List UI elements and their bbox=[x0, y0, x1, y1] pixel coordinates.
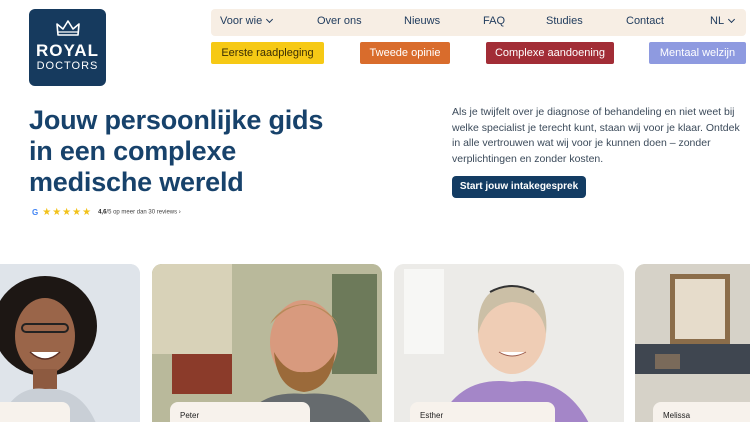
nav-over-ons[interactable]: Over ons bbox=[317, 15, 362, 27]
category-complexe-aandoening[interactable]: Complexe aandoening bbox=[486, 42, 614, 64]
person-photo bbox=[635, 264, 750, 422]
doctor-card[interactable] bbox=[0, 264, 140, 422]
doctor-card-peter[interactable]: Peter bbox=[152, 264, 382, 422]
hero-title: Jouw persoonlijke gids in een complexe m… bbox=[29, 105, 389, 198]
top-navigation: Voor wie Over ons Nieuws FAQ Studies Con… bbox=[211, 9, 746, 36]
person-photo bbox=[152, 264, 382, 422]
doctor-card-esther[interactable]: Esther bbox=[394, 264, 624, 422]
nav-nieuws[interactable]: Nieuws bbox=[404, 15, 440, 27]
nav-voor-wie-label: Voor wie bbox=[220, 15, 263, 27]
language-label: NL bbox=[710, 15, 725, 27]
category-mentaal-welzijn[interactable]: Mentaal welzijn bbox=[649, 42, 746, 64]
hero-title-line: Jouw persoonlijke gids bbox=[29, 105, 324, 135]
crown-icon bbox=[56, 20, 80, 36]
nav-voor-wie[interactable]: Voor wie bbox=[220, 15, 274, 27]
doctor-card-melissa[interactable]: Melissa bbox=[635, 264, 750, 422]
logo-text-doctors: DOCTORS bbox=[36, 60, 99, 72]
person-photo bbox=[0, 264, 140, 422]
page: ROYAL DOCTORS Voor wie Over ons Nieuws F… bbox=[0, 0, 750, 422]
card-name-tag bbox=[0, 402, 70, 422]
person-photo bbox=[394, 264, 624, 422]
nav-studies[interactable]: Studies bbox=[546, 15, 583, 27]
card-name-tag: Peter bbox=[170, 402, 310, 422]
chevron-down-icon bbox=[728, 15, 736, 24]
card-name-tag: Esther bbox=[410, 402, 555, 422]
language-selector[interactable]: NL bbox=[710, 15, 736, 27]
rating-text: /5 op meer dan 30 reviews › bbox=[106, 209, 181, 216]
nav-faq[interactable]: FAQ bbox=[483, 15, 505, 27]
google-rating[interactable]: G ★★★★★ 4,6/5 op meer dan 30 reviews › bbox=[32, 207, 181, 219]
start-intake-button[interactable]: Start jouw intakegesprek bbox=[452, 176, 586, 198]
category-eerste-raadpleging[interactable]: Eerste raadpleging bbox=[211, 42, 324, 64]
hero-title-line: in een complexe bbox=[29, 136, 237, 166]
royal-doctors-logo[interactable]: ROYAL DOCTORS bbox=[29, 9, 106, 86]
hero-intro-text: Als je twijfelt over je diagnose of beha… bbox=[452, 106, 740, 165]
nav-contact[interactable]: Contact bbox=[626, 15, 664, 27]
card-name-tag: Melissa bbox=[653, 402, 750, 422]
hero-title-line: medische wereld bbox=[29, 167, 244, 197]
google-icon: G bbox=[32, 208, 39, 217]
star-rating-icon: ★★★★★ bbox=[42, 207, 93, 218]
logo-text-royal: ROYAL bbox=[36, 41, 99, 60]
chevron-down-icon bbox=[266, 15, 274, 24]
category-tweede-opinie[interactable]: Tweede opinie bbox=[360, 42, 450, 64]
